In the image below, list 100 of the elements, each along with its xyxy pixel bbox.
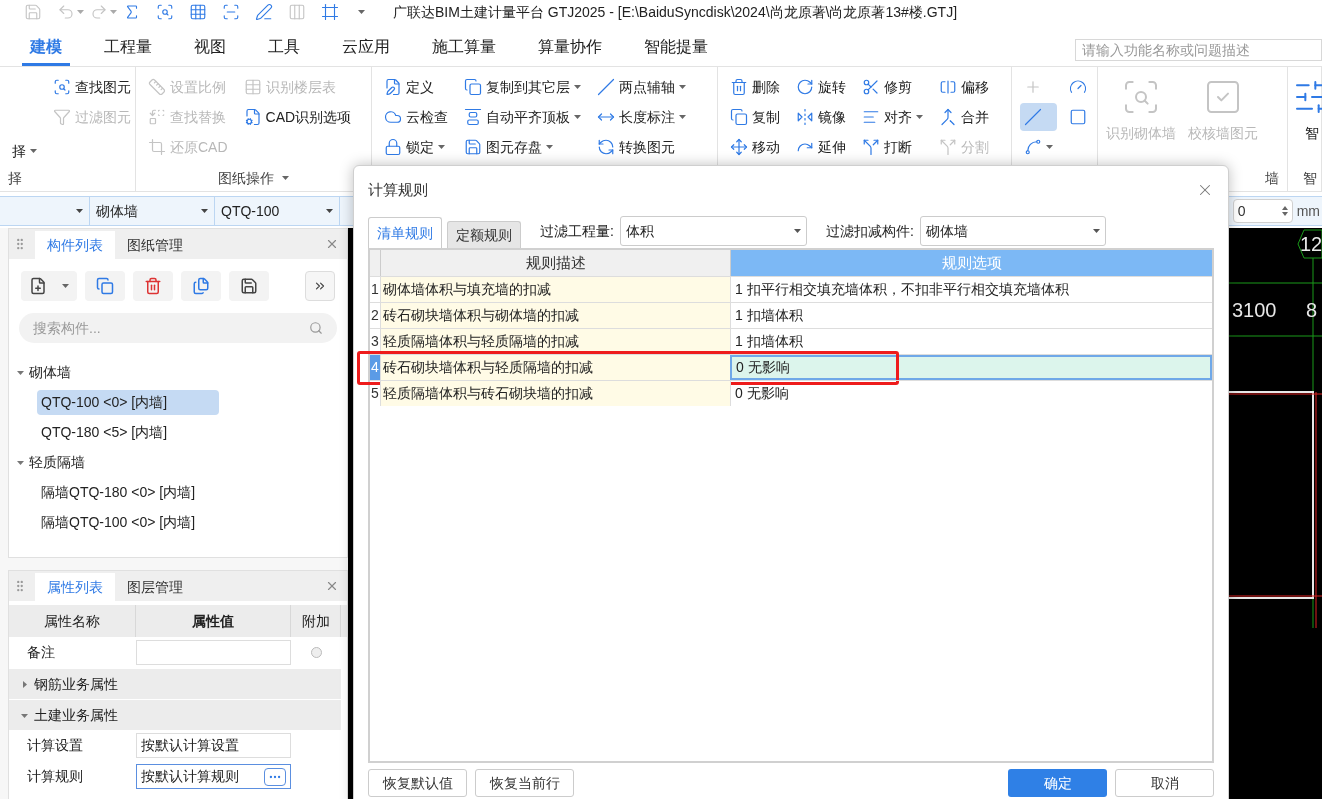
caret-icon [77, 10, 84, 14]
ribbon-button[interactable]: 延伸 [792, 133, 850, 161]
arc-icon [1024, 138, 1042, 156]
caret-icon [793, 229, 801, 233]
dialog-tab[interactable]: 清单规则 [368, 217, 442, 248]
property-value-field[interactable]: 按默认计算设置 [136, 733, 291, 758]
menu-tab[interactable]: 云应用 [334, 30, 398, 66]
copy-button[interactable] [85, 271, 125, 301]
property-value-field[interactable]: 按默认计算规则 [136, 764, 291, 789]
dialog-button[interactable]: 确定 [1008, 769, 1107, 797]
panel-tab[interactable]: 构件列表 [35, 231, 115, 259]
table-cell: 砖石砌块墙体积与砌体墙的扣减 [380, 303, 730, 328]
ribbon-button[interactable]: 合并 [935, 103, 993, 131]
ribbon-button[interactable]: 修剪 [858, 73, 927, 101]
tree-node[interactable]: 轻质隔墙 [29, 451, 85, 473]
menu-tab[interactable]: 施工算量 [424, 30, 504, 66]
tree-item[interactable]: 隔墙QTQ-100 <0> [内墙] [37, 509, 200, 535]
ribbon-button[interactable]: 镜像 [792, 103, 850, 131]
menu-tab[interactable]: 工具 [260, 30, 308, 66]
panel-tab[interactable]: 图纸管理 [115, 231, 195, 259]
close-icon[interactable] [325, 237, 339, 251]
caret-icon [62, 284, 70, 288]
property-name: 备注 [26, 643, 56, 662]
filter-dropdown[interactable]: 砌体墙 [919, 216, 1106, 246]
save-button[interactable] [229, 271, 269, 301]
tree-item[interactable]: QTQ-100 <0> [内墙] [37, 389, 219, 415]
ribbon-button[interactable]: 复制 [726, 103, 784, 131]
ribbon-button[interactable]: 图元存盘 [460, 133, 585, 161]
new-button[interactable] [21, 271, 77, 301]
search-field[interactable]: 请输入功能名称或问题描述 [1075, 39, 1322, 61]
table-cell[interactable]: 1 扣墙体积 [730, 303, 1212, 328]
grid-icon [189, 3, 207, 21]
panel-tab[interactable]: 图层管理 [115, 573, 195, 601]
point-icon [1024, 78, 1042, 96]
close-icon[interactable] [325, 579, 339, 593]
ribbon-button[interactable]: 长度标注 [593, 103, 690, 131]
ribbon-button[interactable]: 择 [8, 137, 41, 165]
search-document-icon [53, 78, 71, 96]
group-label: 图纸操作 [218, 168, 274, 188]
caret-icon [358, 10, 365, 14]
ribbon-button[interactable]: 转换图元 [593, 133, 690, 161]
table-cell[interactable]: 0 无影响 [730, 381, 1212, 406]
dropdown-field[interactable]: 砌体墙 [90, 197, 215, 225]
menu-tab[interactable]: 算量协作 [530, 30, 610, 66]
ribbon-button[interactable]: 自动平齐顶板 [460, 103, 585, 131]
ribbon-button[interactable]: 打断 [858, 133, 927, 161]
tree-item[interactable]: QTQ-180 <5> [内墙] [37, 419, 172, 445]
dialog-button[interactable]: 恢复默认值 [368, 769, 467, 797]
table-cell[interactable]: 1 扣墙体积 [730, 329, 1212, 354]
more-button[interactable] [305, 271, 335, 301]
save-icon [24, 3, 42, 21]
ribbon-button[interactable]: 云检查 [380, 103, 452, 131]
filter-dropdown[interactable]: 体积 [619, 216, 807, 246]
rotate-icon [796, 78, 814, 96]
spin-field[interactable]: 0 [1232, 199, 1293, 223]
dialog-tab[interactable]: 定额规则 [447, 221, 521, 248]
menu-tab[interactable]: 建模 [22, 30, 70, 66]
dialog-button[interactable]: 恢复当前行 [475, 769, 574, 797]
table-cell[interactable]: 0 无影响 [730, 355, 1212, 380]
align-top-icon [464, 108, 482, 126]
menu-tab[interactable]: 工程量 [96, 30, 160, 66]
ribbon-button[interactable]: 查找图元 [49, 73, 135, 101]
ribbon-button[interactable]: 定义 [380, 73, 452, 101]
property-group-row[interactable]: 土建业务属性 [9, 699, 341, 730]
property-name: 计算设置 [26, 736, 84, 755]
ribbon-button[interactable]: 移动 [726, 133, 784, 161]
tree-item[interactable]: 隔墙QTQ-180 <0> [内墙] [37, 479, 200, 505]
large-ribbon-button[interactable]: 智 [1292, 77, 1322, 144]
expand-caret-icon[interactable] [16, 368, 24, 376]
save-icon [240, 277, 258, 295]
menu-tab[interactable]: 智能提量 [636, 30, 716, 66]
duplicate-button[interactable] [181, 271, 221, 301]
delete-button[interactable] [133, 271, 173, 301]
ribbon-button[interactable]: 锁定 [380, 133, 452, 161]
caret-icon [1092, 229, 1100, 233]
dropdown-field[interactable]: QTQ-100 [215, 197, 340, 225]
property-group-row[interactable]: 钢筋业务属性 [9, 668, 341, 699]
panel-tab[interactable]: 属性列表 [35, 573, 115, 601]
ribbon-button[interactable]: 删除 [726, 73, 784, 101]
spin-arrows-icon [1281, 206, 1288, 216]
copy-icon [464, 78, 482, 96]
table-cell[interactable]: 1 扣平行相交填充墙体积，不扣非平行相交填充墙体积 [730, 277, 1212, 302]
dialog-button[interactable]: 取消 [1115, 769, 1214, 797]
window-title: 广联达BIM土建计量平台 GTJ2025 - [E:\BaiduSyncdisk\2024\尚龙原著\尚龙原著13#楼.GTJ] [393, 2, 958, 22]
undo-icon [57, 3, 75, 21]
ribbon-button[interactable]: 对齐 [858, 103, 927, 131]
diagonal-line-icon [597, 78, 615, 96]
ribbon-button[interactable]: 偏移 [935, 73, 993, 101]
tree-node[interactable]: 砌体墙 [29, 361, 71, 383]
property-value-field[interactable] [136, 640, 291, 665]
ribbon-button[interactable]: 旋转 [792, 73, 850, 101]
ribbon-button[interactable]: CAD识别选项 [239, 103, 356, 131]
scan-icon [222, 3, 240, 21]
ribbon-button[interactable]: 复制到其它层 [460, 73, 585, 101]
scan-search-icon [156, 3, 174, 21]
expand-caret-icon[interactable] [16, 458, 24, 466]
attach-radio[interactable] [310, 647, 322, 658]
ribbon-button[interactable]: 两点辅轴 [593, 73, 690, 101]
menu-tab[interactable]: 视图 [186, 30, 234, 66]
caret-icon [679, 85, 686, 89]
